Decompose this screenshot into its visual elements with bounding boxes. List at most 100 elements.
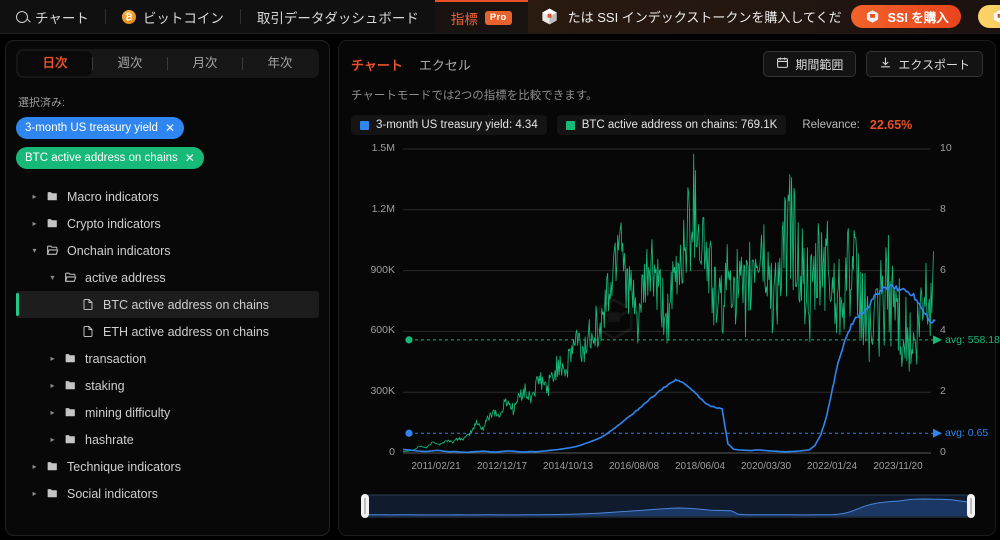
file-icon (82, 298, 96, 311)
y-axis-left-tick: 300K (370, 385, 395, 397)
chart-action-buttons: 期間範囲 エクスポート (763, 51, 983, 77)
frequency-tab-daily[interactable]: 日次 (18, 51, 92, 76)
chart-plot-area[interactable]: 00300K2600K4900K61.2M81.5M102011/02/2120… (351, 141, 985, 511)
chart-range-slider[interactable] (351, 493, 985, 523)
legend-item-btc-active-address[interactable]: BTC active address on chains: 769.1K (557, 115, 787, 135)
tree-item-crypto-indicators[interactable]: ▸ Crypto indicators (16, 210, 319, 237)
tree-item-eth-active-address-on-chains[interactable]: ▸ETH active address on chains (16, 318, 319, 345)
legend-swatch-treasury-yield (360, 121, 369, 130)
chevron-right-icon[interactable]: ▸ (30, 462, 39, 471)
legend-item-treasury-yield[interactable]: 3-month US treasury yield: 4.34 (351, 115, 547, 135)
soso-cube-logo-icon (540, 7, 559, 26)
chart-panel-header: チャート エクセル 期間範囲 エクスポート (351, 51, 983, 77)
chip-btc-active-address-label: BTC active address on chains (25, 152, 178, 164)
frequency-tab-monthly[interactable]: 月次 (168, 51, 242, 76)
export-button[interactable]: エクスポート (866, 51, 983, 77)
nav-item-bitcoin-label: ビットコイン (143, 7, 224, 27)
soso-token-button[interactable]: $SOSO (978, 5, 1000, 28)
x-axis-tick: 2018/06/04 (675, 461, 725, 472)
buy-ssi-button[interactable]: SSI を購入 (851, 5, 961, 28)
y-axis-left-tick: 900K (370, 264, 395, 276)
y-axis-right-tick: 10 (940, 142, 952, 154)
nav-item-chart[interactable]: チャート (0, 0, 105, 33)
chevron-down-icon[interactable]: ▾ (30, 246, 39, 255)
nav-item-indicators[interactable]: 指標 Pro (435, 0, 528, 33)
frequency-tab-yearly[interactable]: 年次 (243, 51, 317, 76)
nav-item-indicators-label: 指標 (451, 8, 478, 28)
chart-mode-hint: チャートモードでは2つの指標を比較できます。 (351, 87, 983, 103)
chevron-down-icon[interactable]: ▾ (48, 273, 57, 282)
tab-chart[interactable]: チャート (351, 55, 403, 74)
tree-item-hashrate[interactable]: ▸hashrate (16, 426, 319, 453)
y-axis-left-tick: 0 (389, 446, 395, 458)
chip-treasury-yield-label: 3-month US treasury yield (25, 122, 158, 134)
tab-excel[interactable]: エクセル (419, 55, 471, 74)
relevance-value: 22.65% (870, 118, 912, 132)
y-axis-right-tick: 2 (940, 385, 946, 397)
x-axis-tick: 2020/03/30 (741, 461, 791, 472)
selected-chip-list: 3-month US treasury yield ✕ BTC active a… (16, 117, 319, 169)
x-axis-tick: 2023/11/20 (873, 461, 922, 472)
frequency-tab-weekly[interactable]: 週次 (93, 51, 167, 76)
chart-svg (351, 141, 985, 511)
tree-item-label: staking (85, 379, 125, 393)
legend-label-btc-active-address: BTC active address on chains: 769.1K (582, 119, 778, 131)
x-axis-tick: 2012/12/17 (477, 461, 527, 472)
folder-icon (64, 406, 78, 419)
date-range-button[interactable]: 期間範囲 (763, 51, 856, 77)
y-axis-right-tick: 6 (940, 264, 946, 276)
chevron-right-icon[interactable]: ▸ (48, 408, 57, 417)
search-icon (16, 11, 28, 23)
tree-item-label: Social indicators (67, 487, 158, 501)
chevron-right-icon[interactable]: ▸ (48, 354, 57, 363)
tree-item-transaction[interactable]: ▸transaction (16, 345, 319, 372)
y-axis-right-tick: 8 (940, 203, 946, 215)
y-axis-right-tick: 0 (940, 446, 946, 458)
folder-icon (64, 379, 78, 392)
chevron-right-icon[interactable]: ▸ (30, 219, 39, 228)
indicator-sidebar: 日次 週次 月次 年次 選択済み: 3-month US treasury yi… (5, 40, 330, 536)
folder-open-icon (64, 271, 78, 284)
tree-item-label: mining difficulty (85, 406, 170, 420)
tree-item-active-address[interactable]: ▾active address (16, 264, 319, 291)
x-axis-tick: 2014/10/13 (543, 461, 593, 472)
nav-item-bitcoin[interactable]: ₿ ビットコイン (106, 0, 240, 33)
chip-btc-active-address[interactable]: BTC active address on chains ✕ (16, 147, 204, 169)
export-label: エクスポート (898, 56, 970, 73)
file-icon (82, 325, 96, 338)
nav-item-dashboard[interactable]: 取引データダッシュボード (241, 0, 435, 33)
tree-item-mining-difficulty[interactable]: ▸ mining difficulty (16, 399, 319, 426)
tree-item-btc-active-address-on-chains[interactable]: ▸BTC active address on chains (16, 291, 319, 318)
tree-item-social-indicators[interactable]: ▸ Social indicators (16, 480, 319, 507)
y-axis-left-tick: 1.2M (372, 203, 395, 215)
tree-item-technique-indicators[interactable]: ▸Technique indicators (16, 453, 319, 480)
folder-icon (46, 487, 60, 500)
view-tab-group: チャート エクセル (351, 55, 471, 74)
x-axis-tick: 2022/01/24 (807, 461, 857, 472)
selected-label: 選択済み: (18, 94, 319, 110)
tree-item-staking[interactable]: ▸ staking (16, 372, 319, 399)
chevron-right-icon[interactable]: ▸ (30, 489, 39, 498)
tree-item-macro-indicators[interactable]: ▸Macro indicators (16, 183, 319, 210)
chip-treasury-yield-close-icon[interactable]: ✕ (165, 122, 175, 134)
tree-item-label: BTC active address on chains (103, 298, 269, 312)
buy-cube-icon (863, 7, 882, 26)
download-icon (879, 56, 892, 72)
legend-swatch-btc-active-address (566, 121, 575, 130)
y-axis-left-tick: 1.5M (372, 142, 395, 154)
tree-item-label: Crypto indicators (67, 217, 161, 231)
nav-item-dashboard-label: 取引データダッシュボード (257, 7, 419, 27)
calendar-icon (776, 56, 789, 72)
tree-item-onchain-indicators[interactable]: ▾Onchain indicators (16, 237, 319, 264)
chevron-right-icon[interactable]: ▸ (30, 192, 39, 201)
chip-btc-active-address-close-icon[interactable]: ✕ (185, 152, 195, 164)
folder-icon (46, 460, 60, 473)
top-navigation-bar: チャート ₿ ビットコイン 取引データダッシュボード 指標 Pro たは SSI… (0, 0, 1000, 34)
nav-item-chart-label: チャート (35, 7, 89, 27)
average-annotation: avg: 0.65 (945, 427, 988, 439)
bitcoin-icon: ₿ (122, 10, 136, 24)
chevron-right-icon[interactable]: ▸ (48, 381, 57, 390)
chevron-right-icon[interactable]: ▸ (48, 435, 57, 444)
relevance-label: Relevance: (802, 119, 860, 131)
chip-treasury-yield[interactable]: 3-month US treasury yield ✕ (16, 117, 184, 139)
